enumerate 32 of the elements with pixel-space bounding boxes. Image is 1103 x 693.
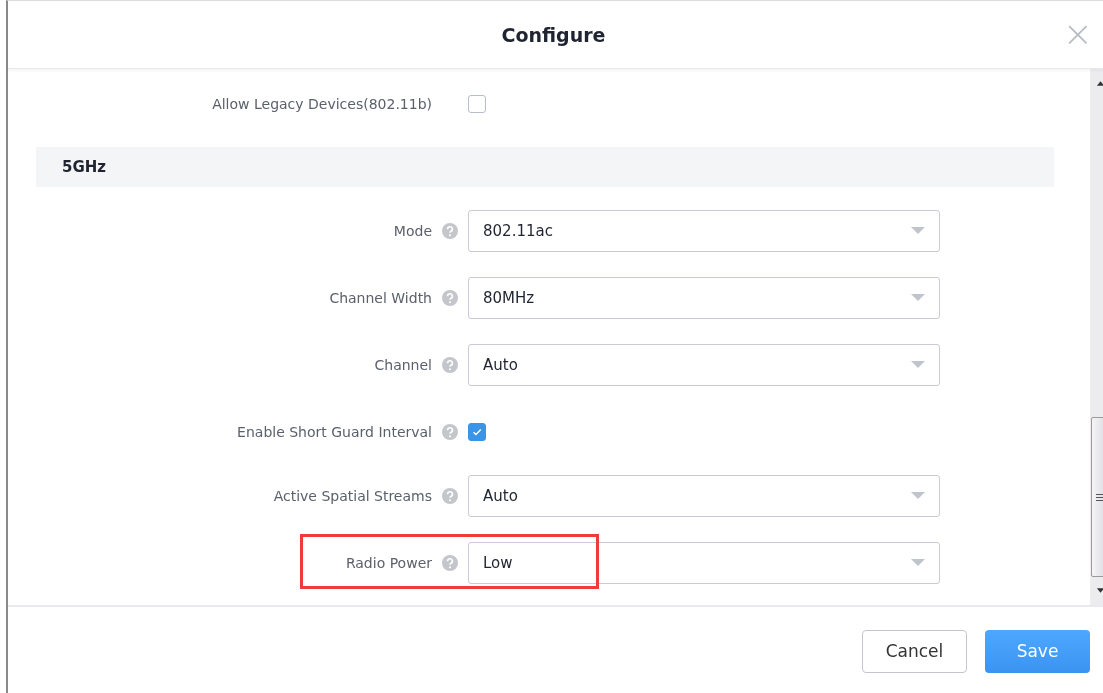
field-label: Channel: [374, 357, 432, 373]
checkbox[interactable]: [468, 95, 486, 113]
field-label: Active Spatial Streams: [273, 488, 432, 504]
field-label: Enable Short Guard Interval: [237, 424, 432, 440]
caret-icon: [911, 361, 925, 369]
field-label: Channel Width: [329, 290, 432, 306]
field-label: Mode: [393, 223, 432, 239]
help-icon[interactable]: [442, 555, 458, 571]
dropdown-field[interactable]: 80MHz: [468, 277, 940, 319]
caret-icon: [911, 559, 925, 567]
field-label: Radio Power: [345, 555, 432, 571]
help-icon[interactable]: [442, 424, 458, 440]
help-icon[interactable]: [442, 357, 458, 373]
dropdown-field[interactable]: Low: [468, 542, 940, 584]
cancel-button[interactable]: Cancel: [862, 629, 967, 673]
dropdown-field[interactable]: Auto: [468, 475, 940, 517]
caret-icon: [911, 294, 925, 302]
checkbox[interactable]: [468, 423, 486, 441]
help-icon[interactable]: [442, 290, 458, 306]
section-header: 5GHz: [36, 147, 1054, 187]
scroll-up-icon[interactable]: [1095, 80, 1103, 86]
scroll-down-icon[interactable]: [1095, 588, 1103, 594]
dialog-title: Configure: [501, 23, 606, 46]
caret-icon: [911, 492, 925, 500]
grip-icon: [1096, 493, 1103, 501]
field-label: Allow Legacy Devices(802.11b): [212, 96, 432, 112]
help-icon[interactable]: [442, 488, 458, 504]
dropdown-field[interactable]: 802.11ac: [468, 210, 940, 252]
help-icon[interactable]: [442, 223, 458, 239]
caret-icon: [911, 227, 925, 235]
dropdown-field[interactable]: Auto: [468, 344, 940, 386]
checkmark-icon: [471, 426, 483, 438]
